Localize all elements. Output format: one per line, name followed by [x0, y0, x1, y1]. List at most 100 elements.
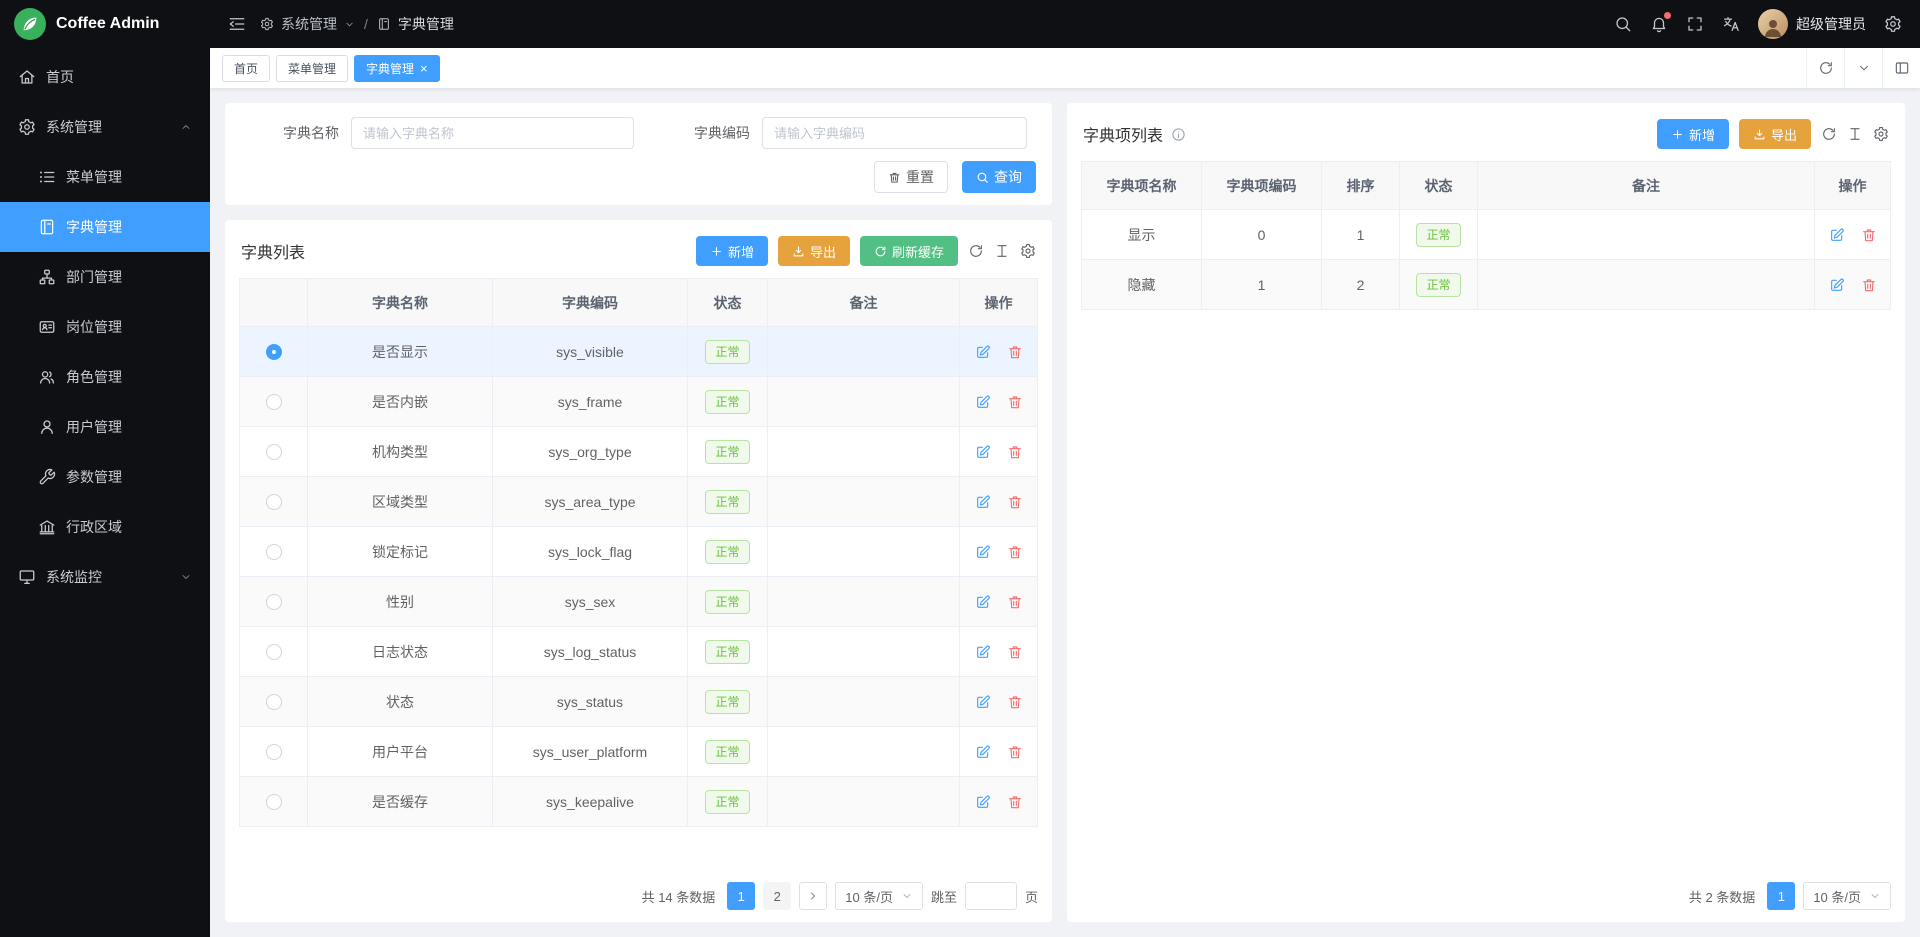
row-select-radio[interactable] — [266, 744, 282, 760]
delete-icon[interactable] — [1007, 594, 1023, 610]
dict-code-input[interactable] — [762, 117, 1027, 149]
row-select-radio[interactable] — [266, 794, 282, 810]
next-page-button[interactable] — [799, 882, 827, 910]
user-avatar[interactable] — [1758, 9, 1788, 39]
page-button-1[interactable]: 1 — [1767, 882, 1795, 910]
export-items-button-label: 导出 — [1771, 125, 1797, 144]
menu-label: 行政区域 — [66, 517, 122, 537]
refresh-cache-button[interactable]: 刷新缓存 — [860, 236, 958, 266]
delete-icon[interactable] — [1007, 694, 1023, 710]
table-row[interactable]: 显示 0 1 正常 — [1082, 210, 1891, 260]
row-select-radio[interactable] — [266, 344, 282, 360]
edit-icon[interactable] — [975, 494, 991, 510]
tab-home[interactable]: 首页 — [222, 55, 270, 82]
column-settings-icon[interactable] — [994, 243, 1010, 259]
tab-options-chevron-icon[interactable] — [1844, 48, 1882, 88]
table-row[interactable]: 状态 sys_status 正常 — [240, 677, 1038, 727]
item-name-cell: 隐藏 — [1082, 260, 1202, 310]
edit-icon[interactable] — [975, 344, 991, 360]
table-row[interactable]: 是否内嵌 sys_frame 正常 — [240, 377, 1038, 427]
tab-dict-management[interactable]: 字典管理 × — [354, 55, 440, 82]
tab-close-icon[interactable]: × — [420, 62, 428, 75]
row-select-radio[interactable] — [266, 594, 282, 610]
delete-icon[interactable] — [1861, 277, 1877, 293]
add-button[interactable]: 新增 — [696, 236, 768, 266]
edit-icon[interactable] — [975, 544, 991, 560]
edit-icon[interactable] — [975, 444, 991, 460]
table-row[interactable]: 用户平台 sys_user_platform 正常 — [240, 727, 1038, 777]
row-select-radio[interactable] — [266, 494, 282, 510]
search-icon[interactable] — [1614, 15, 1632, 33]
menu-fold-icon[interactable] — [228, 15, 246, 33]
delete-icon[interactable] — [1007, 544, 1023, 560]
sidebar-item-role-management[interactable]: 角色管理 — [0, 352, 210, 402]
sidebar-item-dict-management[interactable]: 字典管理 — [0, 202, 210, 252]
edit-icon[interactable] — [1829, 227, 1845, 243]
notification-bell-icon[interactable] — [1650, 15, 1668, 33]
add-item-button[interactable]: 新增 — [1657, 119, 1729, 149]
sidebar-item-post-management[interactable]: 岗位管理 — [0, 302, 210, 352]
column-settings-icon[interactable] — [1847, 126, 1863, 142]
tab-menu-management[interactable]: 菜单管理 — [276, 55, 348, 82]
dict-name-input[interactable] — [351, 117, 634, 149]
info-icon[interactable] — [1171, 127, 1186, 142]
layout-settings-icon[interactable] — [1882, 48, 1920, 88]
jump-page-input[interactable] — [965, 882, 1017, 910]
table-settings-gear-icon[interactable] — [1020, 243, 1036, 259]
breadcrumb-item-system[interactable]: 系统管理 — [281, 14, 337, 34]
sidebar-item-user-management[interactable]: 用户管理 — [0, 402, 210, 452]
sidebar-item-system-monitor[interactable]: 系统监控 — [0, 552, 210, 602]
translate-icon[interactable] — [1722, 15, 1740, 33]
table-row[interactable]: 是否显示 sys_visible 正常 — [240, 327, 1038, 377]
user-name[interactable]: 超级管理员 — [1796, 14, 1866, 34]
query-button[interactable]: 查询 — [962, 161, 1036, 193]
delete-icon[interactable] — [1007, 444, 1023, 460]
delete-icon[interactable] — [1007, 394, 1023, 410]
export-button[interactable]: 导出 — [778, 236, 850, 266]
table-row[interactable]: 锁定标记 sys_lock_flag 正常 — [240, 527, 1038, 577]
table-row[interactable]: 隐藏 1 2 正常 — [1082, 260, 1891, 310]
row-select-radio[interactable] — [266, 694, 282, 710]
refresh-icon[interactable] — [1821, 126, 1837, 142]
sidebar-item-home[interactable]: 首页 — [0, 52, 210, 102]
table-row[interactable]: 性别 sys_sex 正常 — [240, 577, 1038, 627]
sidebar-item-system-management[interactable]: 系统管理 — [0, 102, 210, 152]
row-select-radio[interactable] — [266, 394, 282, 410]
table-settings-gear-icon[interactable] — [1873, 126, 1889, 142]
edit-icon[interactable] — [975, 594, 991, 610]
table-row[interactable]: 日志状态 sys_log_status 正常 — [240, 627, 1038, 677]
row-select-radio[interactable] — [266, 644, 282, 660]
page-button-1[interactable]: 1 — [727, 882, 755, 910]
edit-icon[interactable] — [975, 644, 991, 660]
edit-icon[interactable] — [975, 794, 991, 810]
sidebar-item-department-management[interactable]: 部门管理 — [0, 252, 210, 302]
edit-icon[interactable] — [975, 394, 991, 410]
table-row[interactable]: 是否缓存 sys_keepalive 正常 — [240, 777, 1038, 827]
sidebar-item-menu-management[interactable]: 菜单管理 — [0, 152, 210, 202]
table-row[interactable]: 机构类型 sys_org_type 正常 — [240, 427, 1038, 477]
delete-icon[interactable] — [1861, 227, 1877, 243]
page-size-select[interactable]: 10 条/页 — [835, 882, 923, 910]
delete-icon[interactable] — [1007, 344, 1023, 360]
fullscreen-icon[interactable] — [1686, 15, 1704, 33]
delete-icon[interactable] — [1007, 494, 1023, 510]
delete-icon[interactable] — [1007, 644, 1023, 660]
sidebar-item-admin-region[interactable]: 行政区域 — [0, 502, 210, 552]
delete-icon[interactable] — [1007, 744, 1023, 760]
refresh-page-icon[interactable] — [1806, 48, 1844, 88]
page-button-2[interactable]: 2 — [763, 882, 791, 910]
row-select-radio[interactable] — [266, 544, 282, 560]
reset-button[interactable]: 重置 — [874, 161, 948, 193]
export-items-button[interactable]: 导出 — [1739, 119, 1811, 149]
page-size-select[interactable]: 10 条/页 — [1803, 882, 1891, 910]
table-row[interactable]: 区域类型 sys_area_type 正常 — [240, 477, 1038, 527]
edit-icon[interactable] — [975, 744, 991, 760]
sidebar-item-parameter-management[interactable]: 参数管理 — [0, 452, 210, 502]
row-select-radio[interactable] — [266, 444, 282, 460]
edit-icon[interactable] — [975, 694, 991, 710]
settings-gear-icon[interactable] — [1884, 15, 1902, 33]
book-icon — [377, 17, 391, 31]
edit-icon[interactable] — [1829, 277, 1845, 293]
delete-icon[interactable] — [1007, 794, 1023, 810]
refresh-icon[interactable] — [968, 243, 984, 259]
